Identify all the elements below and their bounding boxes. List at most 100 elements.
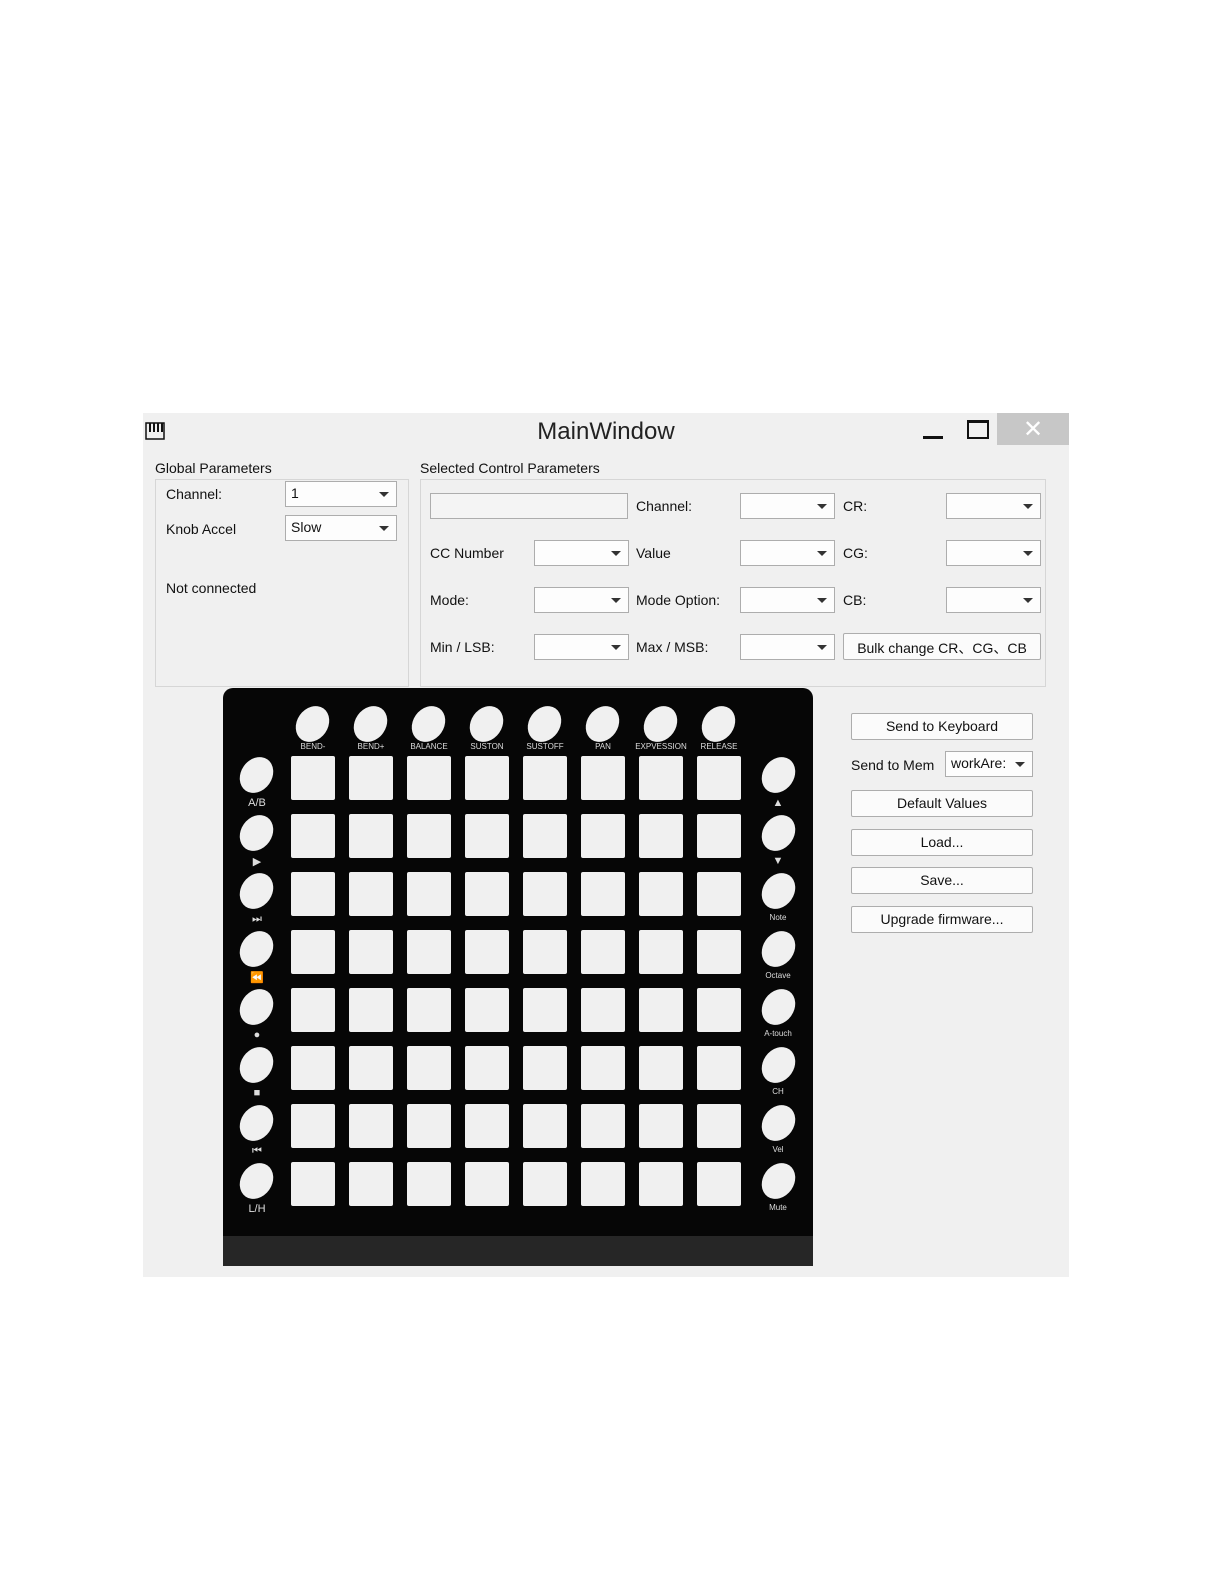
pad-r6-c3[interactable] [407, 1046, 451, 1090]
pad-r2-c8[interactable] [697, 814, 741, 858]
pad-r4-c7[interactable] [639, 930, 683, 974]
pad-r2-c3[interactable] [407, 814, 451, 858]
pad-r3-c6[interactable] [581, 872, 625, 916]
pad-r6-c1[interactable] [291, 1046, 335, 1090]
pad-r7-c4[interactable] [465, 1104, 509, 1148]
pad-r2-c5[interactable] [523, 814, 567, 858]
pad-r1-c2[interactable] [349, 756, 393, 800]
selected-parameters-label: Selected Control Parameters [420, 460, 600, 476]
pad-r7-c8[interactable] [697, 1104, 741, 1148]
pad-r5-c6[interactable] [581, 988, 625, 1032]
pad-r6-c7[interactable] [639, 1046, 683, 1090]
pad-r2-c4[interactable] [465, 814, 509, 858]
pad-r5-c7[interactable] [639, 988, 683, 1032]
pad-r7-c7[interactable] [639, 1104, 683, 1148]
pad-r8-c2[interactable] [349, 1162, 393, 1206]
pad-r8-c3[interactable] [407, 1162, 451, 1206]
pad-r8-c1[interactable] [291, 1162, 335, 1206]
pad-r4-c3[interactable] [407, 930, 451, 974]
pad-r3-c7[interactable] [639, 872, 683, 916]
pad-r6-c6[interactable] [581, 1046, 625, 1090]
bulk-change-button[interactable]: Bulk change CR、CG、CB [843, 633, 1041, 660]
close-button[interactable]: ✕ [997, 413, 1069, 445]
upgrade-firmware-button[interactable]: Upgrade firmware... [851, 906, 1033, 933]
send-to-mem-select[interactable]: workAre: [945, 751, 1033, 777]
minimize-button[interactable] [913, 413, 953, 445]
pad-r8-c8[interactable] [697, 1162, 741, 1206]
mode-option-select[interactable] [740, 587, 835, 613]
right-key-label: ▼ [772, 855, 784, 867]
global-parameters-label: Global Parameters [155, 460, 272, 476]
connection-status: Not connected [166, 580, 257, 596]
pad-r7-c5[interactable] [523, 1104, 567, 1148]
mode-select[interactable] [534, 587, 629, 613]
pad-r1-c4[interactable] [465, 756, 509, 800]
max-msb-select[interactable] [740, 634, 835, 660]
pad-r5-c3[interactable] [407, 988, 451, 1032]
chevron-down-icon [379, 492, 389, 497]
pad-r6-c5[interactable] [523, 1046, 567, 1090]
default-values-button[interactable]: Default Values [851, 790, 1033, 817]
send-to-keyboard-button[interactable]: Send to Keyboard [851, 713, 1033, 740]
knob-accel-select[interactable]: Slow [285, 515, 397, 541]
pad-r7-c3[interactable] [407, 1104, 451, 1148]
pad-r3-c1[interactable] [291, 872, 335, 916]
max-msb-label: Max / MSB: [636, 639, 709, 655]
pad-r1-c7[interactable] [639, 756, 683, 800]
cb-select[interactable] [946, 587, 1041, 613]
sel-channel-select[interactable] [740, 493, 835, 519]
right-key-label: CH [772, 1087, 784, 1096]
pad-r2-c1[interactable] [291, 814, 335, 858]
pad-r6-c8[interactable] [697, 1046, 741, 1090]
pad-r2-c6[interactable] [581, 814, 625, 858]
pad-r3-c5[interactable] [523, 872, 567, 916]
right-key-label: Mute [769, 1203, 787, 1212]
pad-r5-c4[interactable] [465, 988, 509, 1032]
pad-r3-c8[interactable] [697, 872, 741, 916]
top-knob-label: EXPVESSION [635, 742, 687, 751]
pad-r1-c5[interactable] [523, 756, 567, 800]
maximize-button[interactable] [958, 413, 998, 445]
pad-r4-c1[interactable] [291, 930, 335, 974]
pad-r6-c4[interactable] [465, 1046, 509, 1090]
pad-r1-c8[interactable] [697, 756, 741, 800]
control-name-input[interactable] [430, 493, 628, 519]
pad-r4-c5[interactable] [523, 930, 567, 974]
pad-r7-c2[interactable] [349, 1104, 393, 1148]
pad-r4-c6[interactable] [581, 930, 625, 974]
pad-r8-c6[interactable] [581, 1162, 625, 1206]
pad-r5-c2[interactable] [349, 988, 393, 1032]
cg-select[interactable] [946, 540, 1041, 566]
pad-r5-c5[interactable] [523, 988, 567, 1032]
save-button[interactable]: Save... [851, 867, 1033, 894]
maximize-icon [967, 419, 989, 439]
pad-r1-c1[interactable] [291, 756, 335, 800]
pad-r2-c2[interactable] [349, 814, 393, 858]
cr-select[interactable] [946, 493, 1041, 519]
pad-r5-c1[interactable] [291, 988, 335, 1032]
pad-r5-c8[interactable] [697, 988, 741, 1032]
pad-r2-c7[interactable] [639, 814, 683, 858]
pad-r8-c7[interactable] [639, 1162, 683, 1206]
pad-r3-c3[interactable] [407, 872, 451, 916]
min-lsb-select[interactable] [534, 634, 629, 660]
pad-r8-c4[interactable] [465, 1162, 509, 1206]
cc-number-select[interactable] [534, 540, 629, 566]
pad-r4-c4[interactable] [465, 930, 509, 974]
pad-r1-c3[interactable] [407, 756, 451, 800]
global-channel-select[interactable]: 1 [285, 481, 397, 507]
load-button[interactable]: Load... [851, 829, 1033, 856]
top-knob-label: BEND- [300, 742, 326, 751]
pad-r7-c1[interactable] [291, 1104, 335, 1148]
pad-r7-c6[interactable] [581, 1104, 625, 1148]
pad-r4-c8[interactable] [697, 930, 741, 974]
pad-r3-c4[interactable] [465, 872, 509, 916]
pad-r6-c2[interactable] [349, 1046, 393, 1090]
cg-label: CG: [843, 545, 868, 561]
pad-r8-c5[interactable] [523, 1162, 567, 1206]
pad-r3-c2[interactable] [349, 872, 393, 916]
pad-r1-c6[interactable] [581, 756, 625, 800]
cr-label: CR: [843, 498, 868, 514]
pad-r4-c2[interactable] [349, 930, 393, 974]
value-select[interactable] [740, 540, 835, 566]
